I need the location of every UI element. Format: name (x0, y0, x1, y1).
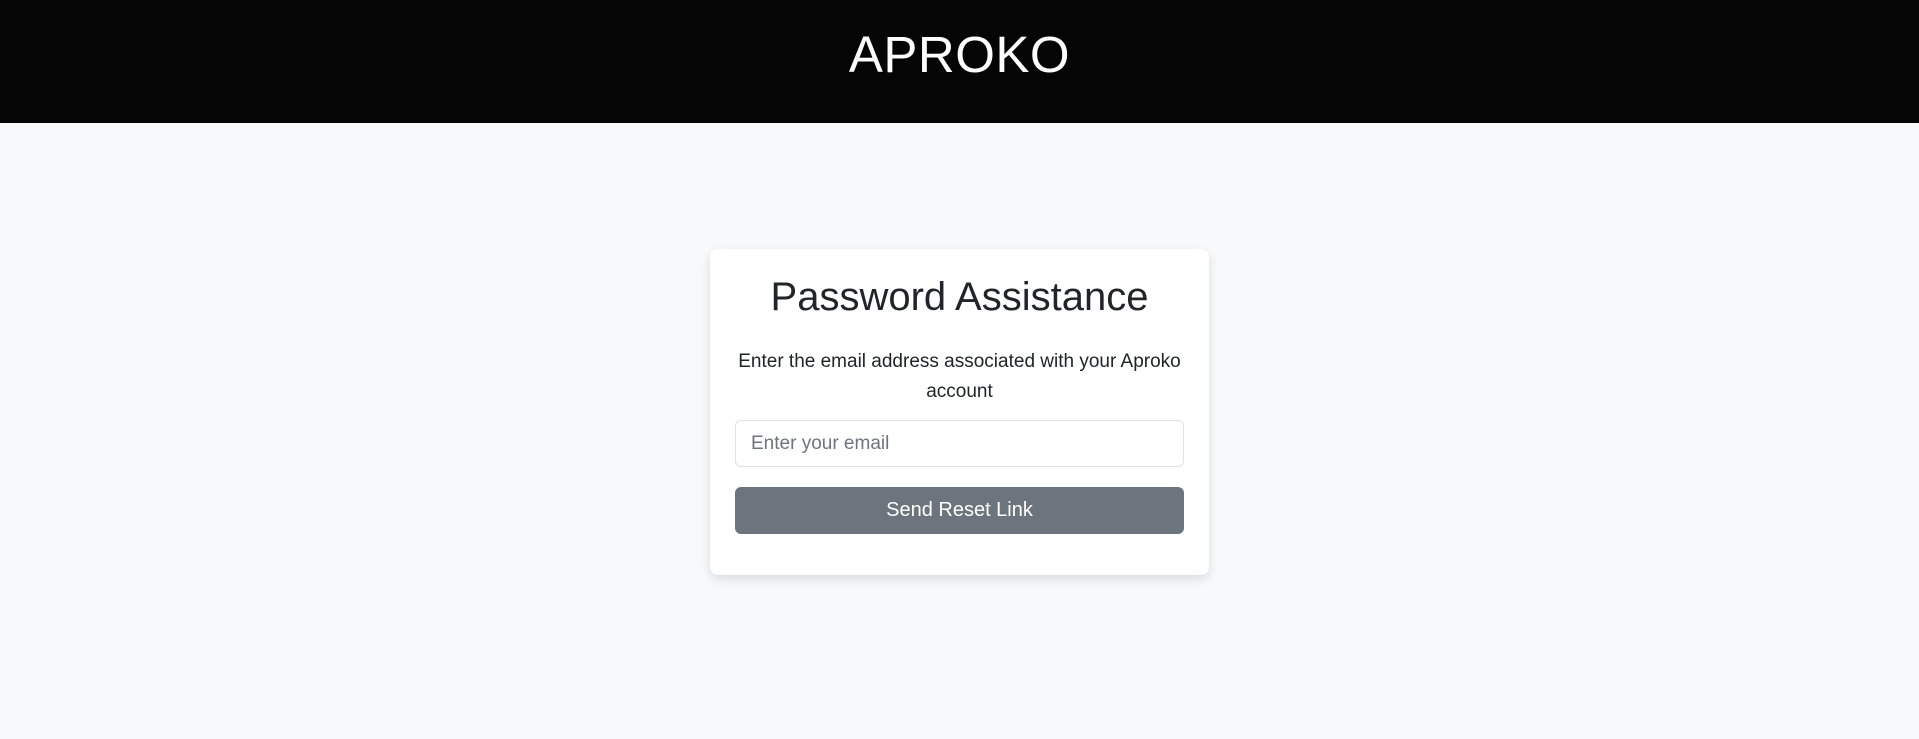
send-reset-link-button[interactable]: Send Reset Link (735, 487, 1184, 534)
instruction-text: Enter the email address associated with … (738, 351, 1181, 402)
top-header-bar: APROKO (0, 0, 1919, 123)
password-assistance-card: Password Assistance Enter the email addr… (710, 249, 1209, 575)
brand-logo-text[interactable]: APROKO (849, 25, 1070, 84)
email-input[interactable] (735, 420, 1184, 467)
page-title: Password Assistance (770, 275, 1149, 319)
